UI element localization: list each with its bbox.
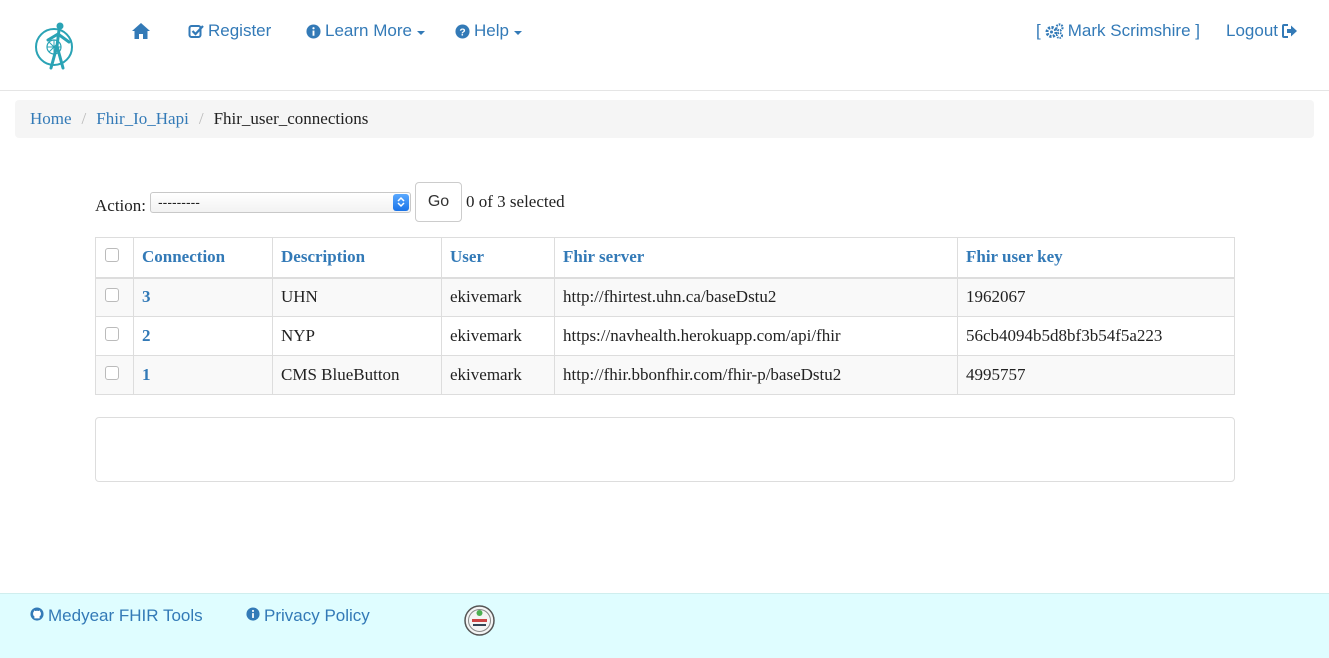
- table-row: 3 UHN ekivemark http://fhirtest.uhn.ca/b…: [95, 277, 1235, 317]
- check-square-icon: [188, 23, 204, 39]
- breadcrumb-home[interactable]: Home: [30, 109, 72, 129]
- svg-text:?: ?: [459, 27, 465, 38]
- server-cell: http://fhir.bbonfhir.com/fhir-p/baseDstu…: [554, 355, 958, 395]
- sign-out-icon: [1282, 24, 1298, 38]
- cogs-icon: [1045, 23, 1064, 39]
- learn-more-label: Learn More: [325, 21, 412, 40]
- select-all-checkbox[interactable]: [105, 248, 119, 263]
- row-select-cell: [95, 316, 134, 356]
- table-header-row: Connection Description User Fhir server …: [95, 237, 1235, 279]
- logout-link[interactable]: Logout: [1226, 21, 1298, 41]
- actions-bar: Action: --------- Go 0 of 3 selected: [95, 182, 565, 222]
- home-icon: [131, 22, 151, 40]
- server-cell: https://navhealth.herokuapp.com/api/fhir: [554, 316, 958, 356]
- breadcrumb-separator: /: [81, 109, 87, 128]
- column-header-user[interactable]: User: [441, 237, 555, 279]
- action-select[interactable]: ---------: [150, 191, 411, 213]
- select-all-cell: [95, 237, 134, 279]
- server-cell: http://fhirtest.uhn.ca/baseDstu2: [554, 277, 958, 317]
- description-cell: NYP: [272, 316, 442, 356]
- help-dropdown[interactable]: ? Help: [455, 21, 522, 41]
- results-table: Connection Description User Fhir server …: [95, 237, 1235, 395]
- logout-label: Logout: [1226, 21, 1278, 40]
- site-logo[interactable]: [33, 20, 79, 72]
- navbar: Register Learn More ? Help [ Mark Scrims…: [0, 0, 1329, 91]
- column-header-connection[interactable]: Connection: [133, 237, 273, 279]
- user-name: Mark Scrimshire ]: [1067, 21, 1200, 40]
- breadcrumb: Home / Fhir_Io_Hapi / Fhir_user_connecti…: [15, 100, 1314, 138]
- user-bracket: [: [1036, 21, 1041, 40]
- table-row: 2 NYP ekivemark https://navhealth.heroku…: [95, 316, 1235, 356]
- connection-link[interactable]: 3: [133, 277, 273, 317]
- row-select-cell: [95, 277, 134, 317]
- select-arrows-icon: [393, 193, 409, 211]
- home-link[interactable]: [131, 22, 151, 40]
- column-header-fhir-user-key[interactable]: Fhir user key: [957, 237, 1235, 279]
- footer: Medyear FHIR Tools Privacy Policy: [0, 593, 1329, 658]
- key-cell: 1962067: [957, 277, 1235, 317]
- user-cell: ekivemark: [441, 316, 555, 356]
- privacy-policy-link[interactable]: Privacy Policy: [246, 606, 370, 626]
- register-label: Register: [208, 21, 272, 40]
- go-button[interactable]: Go: [415, 182, 462, 222]
- table-row: 1 CMS BlueButton ekivemark http://fhir.b…: [95, 355, 1235, 395]
- key-cell: 56cb4094b5d8bf3b54f5a223: [957, 316, 1235, 356]
- row-checkbox[interactable]: [105, 366, 119, 380]
- key-cell: 4995757: [957, 355, 1235, 395]
- breadcrumb-current: Fhir_user_connections: [213, 109, 369, 128]
- connection-link[interactable]: 1: [133, 355, 273, 395]
- selection-counter: 0 of 3 selected: [466, 192, 565, 211]
- privacy-policy-label: Privacy Policy: [264, 606, 370, 625]
- description-cell: CMS BlueButton: [272, 355, 442, 395]
- description-cell: UHN: [272, 277, 442, 317]
- column-header-description[interactable]: Description: [272, 237, 442, 279]
- empty-panel: [95, 417, 1235, 482]
- certification-badge-icon[interactable]: [464, 605, 495, 636]
- register-link[interactable]: Register: [188, 21, 271, 41]
- medyear-tools-link[interactable]: Medyear FHIR Tools: [30, 606, 203, 626]
- help-label: Help: [474, 21, 509, 40]
- row-select-cell: [95, 355, 134, 395]
- medyear-tools-label: Medyear FHIR Tools: [48, 606, 203, 625]
- row-checkbox[interactable]: [105, 327, 119, 341]
- user-account-link[interactable]: [ Mark Scrimshire ]: [1036, 21, 1200, 41]
- github-icon: [30, 606, 44, 626]
- user-cell: ekivemark: [441, 355, 555, 395]
- row-checkbox[interactable]: [105, 288, 119, 303]
- breadcrumb-separator: /: [198, 109, 204, 128]
- caret-down-icon: [416, 30, 425, 35]
- column-header-fhir-server[interactable]: Fhir server: [554, 237, 958, 279]
- info-circle-icon: [246, 606, 260, 626]
- user-cell: ekivemark: [441, 277, 555, 317]
- learn-more-dropdown[interactable]: Learn More: [306, 21, 425, 41]
- action-select-value: ---------: [158, 193, 200, 210]
- connection-link[interactable]: 2: [133, 316, 273, 356]
- breadcrumb-app[interactable]: Fhir_Io_Hapi: [96, 109, 189, 129]
- info-circle-icon: [306, 23, 321, 39]
- caret-down-icon: [513, 30, 522, 35]
- action-label: Action:: [95, 196, 146, 215]
- question-circle-icon: ?: [455, 23, 470, 39]
